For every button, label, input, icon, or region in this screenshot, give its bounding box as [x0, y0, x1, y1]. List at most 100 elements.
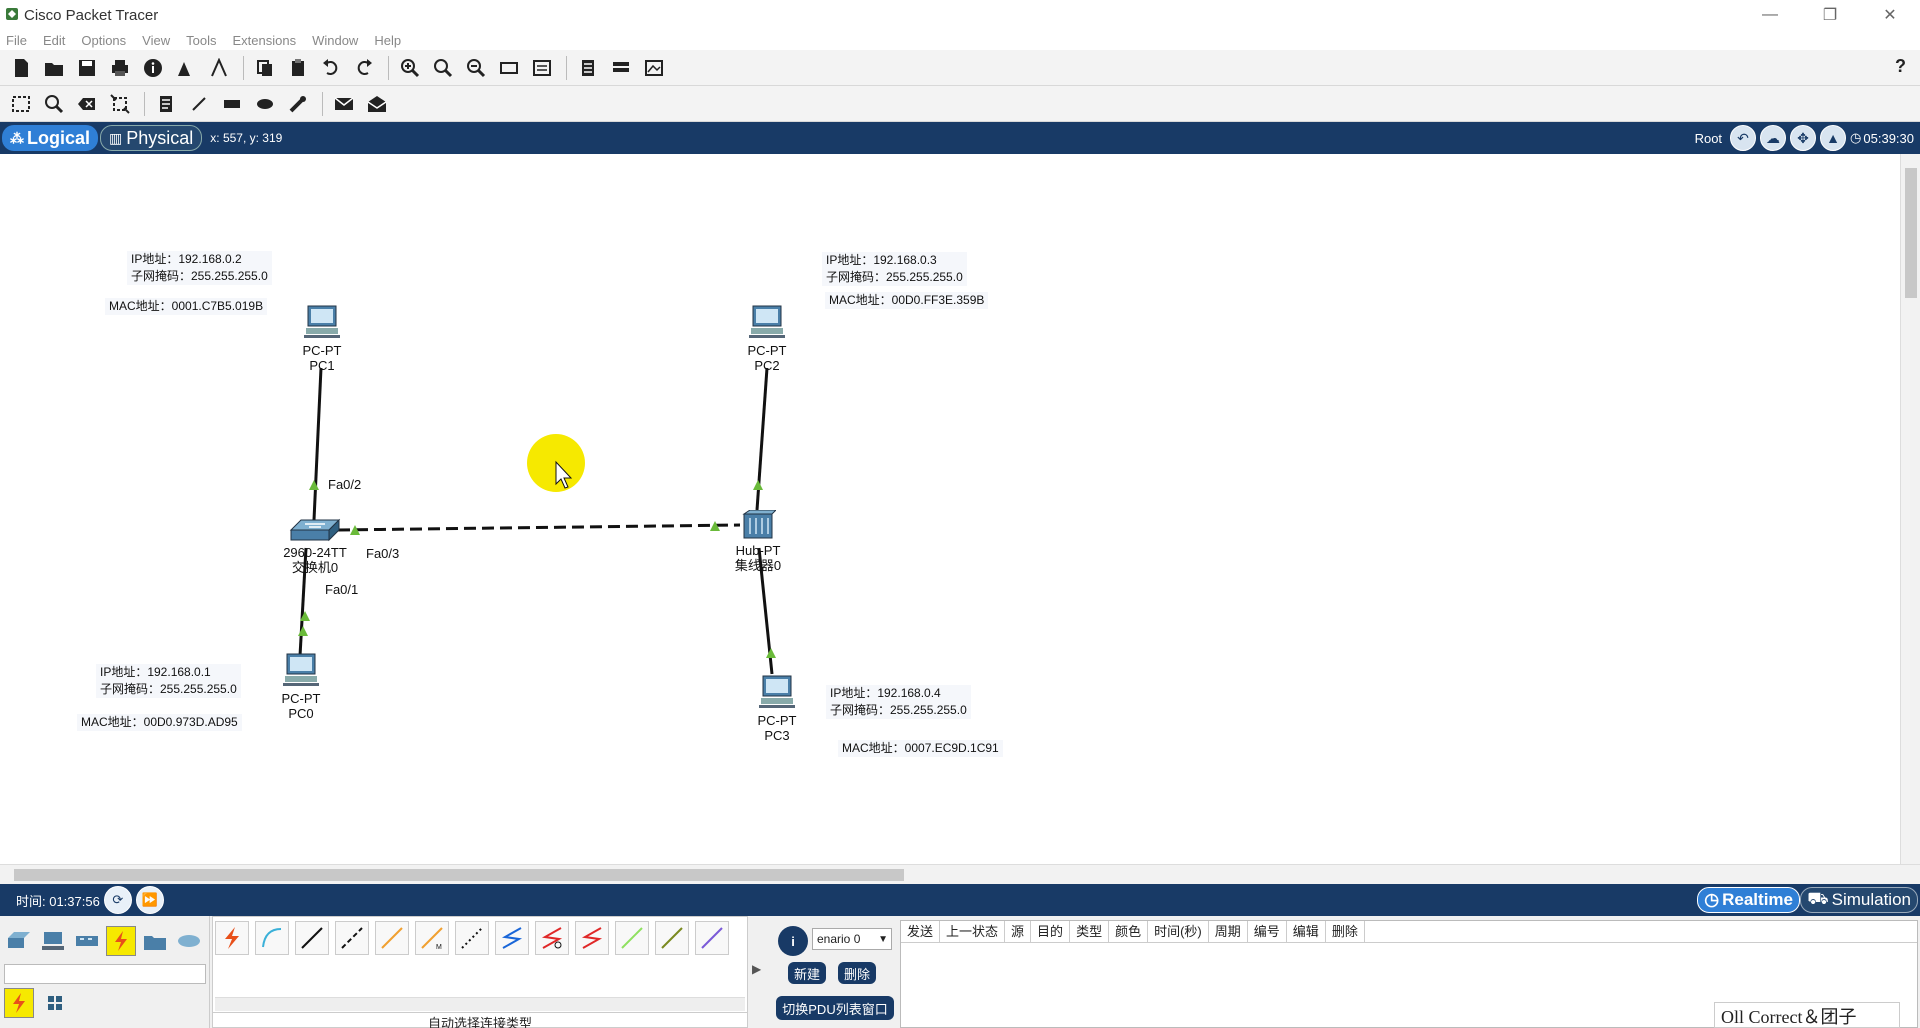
freeform-icon[interactable]: [283, 89, 313, 119]
simulation-mode-button[interactable]: ⛟ Simulation: [1800, 887, 1918, 913]
scenario-select[interactable]: enario 0 ▼: [812, 928, 892, 950]
select-icon[interactable]: [6, 89, 36, 119]
column-header[interactable]: 编辑: [1287, 921, 1326, 942]
grid-view-icon[interactable]: [40, 988, 70, 1018]
wireless-cable-icon[interactable]: [695, 921, 729, 955]
device-switch0[interactable]: 2960-24TT 交换机0: [280, 518, 350, 575]
vertical-scrollbar[interactable]: [1900, 154, 1920, 864]
activity-wizard-icon[interactable]: [204, 53, 234, 83]
undo-icon[interactable]: [316, 53, 346, 83]
ellipse-icon[interactable]: [250, 89, 280, 119]
note-pc3-mac[interactable]: MAC地址：0007.EC9D.1C91: [838, 740, 1003, 757]
octal-cable-icon[interactable]: [575, 921, 609, 955]
note-pc2-ip[interactable]: IP地址：192.168.0.3 子网掩码：255.255.255.0: [822, 252, 967, 286]
save-icon[interactable]: [72, 53, 102, 83]
simple-pdu-icon[interactable]: [329, 89, 359, 119]
connection-subtype-icon[interactable]: [4, 988, 34, 1018]
background-icon[interactable]: ▲: [1820, 125, 1847, 151]
paste-icon[interactable]: [283, 53, 313, 83]
new-file-icon[interactable]: [6, 53, 36, 83]
horizontal-scroll-thumb[interactable]: [14, 869, 904, 881]
column-header[interactable]: 颜色: [1109, 921, 1149, 942]
redo-icon[interactable]: [349, 53, 379, 83]
screenshot-icon[interactable]: [639, 53, 669, 83]
menu-window[interactable]: Window: [312, 33, 358, 48]
phone-cable-icon[interactable]: M: [415, 921, 449, 955]
column-header[interactable]: 编号: [1248, 921, 1287, 942]
coaxial-cable-icon[interactable]: [455, 921, 489, 955]
menu-file[interactable]: File: [6, 33, 27, 48]
column-header[interactable]: 周期: [1209, 921, 1248, 942]
note-pc1-mac[interactable]: MAC地址：0001.C7B5.019B: [105, 298, 268, 315]
zoom-reset-icon[interactable]: [428, 53, 458, 83]
vertical-scroll-thumb[interactable]: [1905, 168, 1917, 298]
pdu-list-icon[interactable]: [573, 53, 603, 83]
tab-logical[interactable]: ⁂ Logical: [2, 125, 99, 151]
help-button[interactable]: ?: [1895, 56, 1906, 77]
menu-help[interactable]: Help: [374, 33, 401, 48]
restore-button[interactable]: ❐: [1800, 0, 1860, 30]
straight-through-cable-icon[interactable]: [295, 921, 329, 955]
menu-view[interactable]: View: [142, 33, 170, 48]
column-header[interactable]: 源: [1005, 921, 1032, 942]
column-header[interactable]: 时间(秒): [1148, 921, 1209, 942]
note-pc2-mac[interactable]: MAC地址：00D0.FF3E.359B: [825, 292, 989, 309]
delete-icon[interactable]: [72, 89, 102, 119]
fiber-cable-icon[interactable]: [375, 921, 409, 955]
power-cycle-icon[interactable]: ⟳: [103, 886, 132, 914]
delete-scenario-button[interactable]: 删除: [838, 962, 876, 984]
collapse-arrow-icon[interactable]: ▶: [752, 962, 761, 976]
serial-dte-icon[interactable]: [535, 921, 569, 955]
device-pc0[interactable]: PC-PT PC0: [276, 652, 326, 721]
zoom-in-icon[interactable]: [395, 53, 425, 83]
device-pc1[interactable]: PC-PT PC1: [297, 304, 347, 373]
miscellaneous-icon[interactable]: [140, 926, 170, 956]
zoom-out-icon[interactable]: [461, 53, 491, 83]
device-pc2[interactable]: PC-PT PC2: [742, 304, 792, 373]
crossover-cable-icon[interactable]: [335, 921, 369, 955]
scenario-info-icon[interactable]: i: [778, 926, 808, 956]
column-header[interactable]: 目的: [1031, 921, 1071, 942]
horizontal-scrollbar[interactable]: [0, 864, 1920, 884]
note-icon[interactable]: [151, 89, 181, 119]
copy-icon[interactable]: [250, 53, 280, 83]
info-icon[interactable]: [138, 53, 168, 83]
menu-options[interactable]: Options: [81, 33, 126, 48]
serial-dce-icon[interactable]: [495, 921, 529, 955]
menu-edit[interactable]: Edit: [43, 33, 65, 48]
link-switch-hub[interactable]: [337, 523, 741, 532]
realtime-mode-button[interactable]: ◷ Realtime: [1697, 887, 1800, 913]
viewport-icon[interactable]: ✥: [1790, 125, 1817, 151]
rectangle-icon[interactable]: [217, 89, 247, 119]
note-pc0-mac[interactable]: MAC地址：00D0.973D.AD95: [77, 714, 242, 731]
link-pc1-switch[interactable]: [312, 367, 323, 521]
menu-extensions[interactable]: Extensions: [232, 33, 296, 48]
network-wizard-icon[interactable]: [171, 53, 201, 83]
console-cable-icon[interactable]: [255, 921, 289, 955]
usb-cable-icon[interactable]: [655, 921, 689, 955]
custom-device-icon[interactable]: [527, 53, 557, 83]
auto-connection-icon[interactable]: [215, 921, 249, 955]
open-folder-icon[interactable]: [39, 53, 69, 83]
close-button[interactable]: ✕: [1860, 0, 1920, 30]
palette-scrollbar[interactable]: [215, 997, 745, 1011]
line-icon[interactable]: [184, 89, 214, 119]
components-icon[interactable]: [72, 926, 102, 956]
end-devices-icon[interactable]: [38, 926, 68, 956]
device-hub0[interactable]: Hub-PT 集线器0: [728, 509, 788, 573]
column-header[interactable]: 删除: [1326, 921, 1365, 942]
menu-tools[interactable]: Tools: [186, 33, 216, 48]
note-pc1-ip[interactable]: IP地址：192.168.0.2 子网掩码：255.255.255.0: [127, 251, 272, 285]
logical-workspace[interactable]: PC-PT PC1 PC-PT PC2 2960-24TT 交换机0 Hub-P…: [0, 154, 1900, 864]
column-header[interactable]: 类型: [1070, 921, 1110, 942]
cluster-icon[interactable]: [606, 53, 636, 83]
cloud-icon[interactable]: ☁: [1760, 125, 1787, 151]
multiuser-icon[interactable]: [174, 926, 204, 956]
resize-icon[interactable]: [105, 89, 135, 119]
column-header[interactable]: 上一状态: [940, 921, 1006, 942]
print-icon[interactable]: [105, 53, 135, 83]
fast-forward-icon[interactable]: ⏩: [135, 886, 164, 914]
minimize-button[interactable]: —: [1740, 0, 1800, 30]
device-search-field[interactable]: [4, 964, 206, 984]
column-header[interactable]: 发送: [901, 921, 941, 942]
